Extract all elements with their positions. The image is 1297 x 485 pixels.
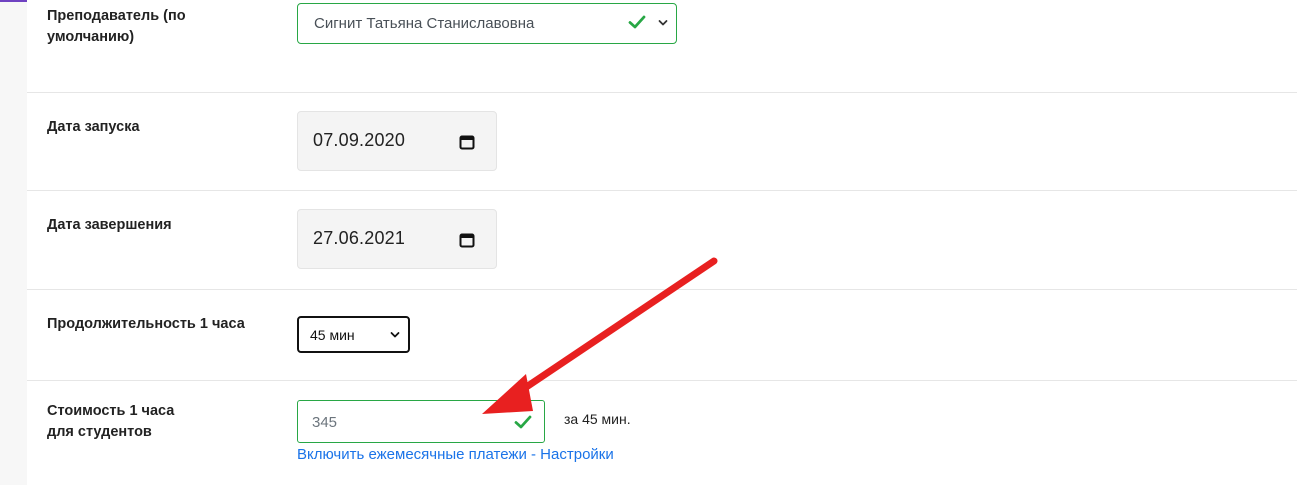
teacher-select-value: Сигнит Татьяна Станиславовна (314, 15, 535, 32)
end-date-input[interactable]: 27.06.2021 (297, 209, 497, 269)
end-date-row: Дата завершения 27.06.2021 (27, 191, 1297, 290)
price-label: Стоимость 1 часа для студентов (47, 401, 247, 443)
price-per-duration: за 45 мин. (564, 411, 631, 427)
duration-row: Продолжительность 1 часа 45 мин (27, 290, 1297, 381)
end-date-value: 27.06.2021 (313, 228, 406, 248)
chevron-down-icon (390, 332, 400, 338)
course-settings-form: Преподаватель (по умолчанию) Сигнит Тать… (27, 0, 1297, 485)
calendar-icon[interactable] (459, 232, 475, 248)
check-icon (628, 15, 646, 29)
duration-select-value: 45 мин (310, 327, 355, 343)
teacher-row: Преподаватель (по умолчанию) Сигнит Тать… (27, 0, 1297, 93)
duration-select[interactable]: 45 мин (297, 316, 410, 353)
calendar-icon[interactable] (459, 134, 475, 150)
price-input[interactable]: 345 (297, 400, 545, 443)
monthly-payments-link[interactable]: Включить ежемесячные платежи - Настройки (297, 446, 614, 463)
start-date-value: 07.09.2020 (313, 130, 406, 150)
duration-label: Продолжительность 1 часа (47, 316, 245, 332)
teacher-select[interactable]: Сигнит Татьяна Станиславовна (297, 3, 677, 44)
price-label-line1: Стоимость 1 часа (47, 403, 175, 419)
end-date-label: Дата завершения (47, 217, 172, 233)
start-date-input[interactable]: 07.09.2020 (297, 111, 497, 171)
price-row: Стоимость 1 часа для студентов 345 за 45… (27, 381, 1297, 485)
price-input-value: 345 (312, 414, 338, 431)
start-date-row: Дата запуска 07.09.2020 (27, 93, 1297, 191)
chevron-down-icon (658, 20, 668, 26)
price-label-line2: для студентов (47, 424, 152, 440)
check-icon (514, 415, 532, 429)
teacher-label: Преподаватель (по умолчанию) (47, 8, 186, 45)
start-date-label: Дата запуска (47, 119, 140, 135)
